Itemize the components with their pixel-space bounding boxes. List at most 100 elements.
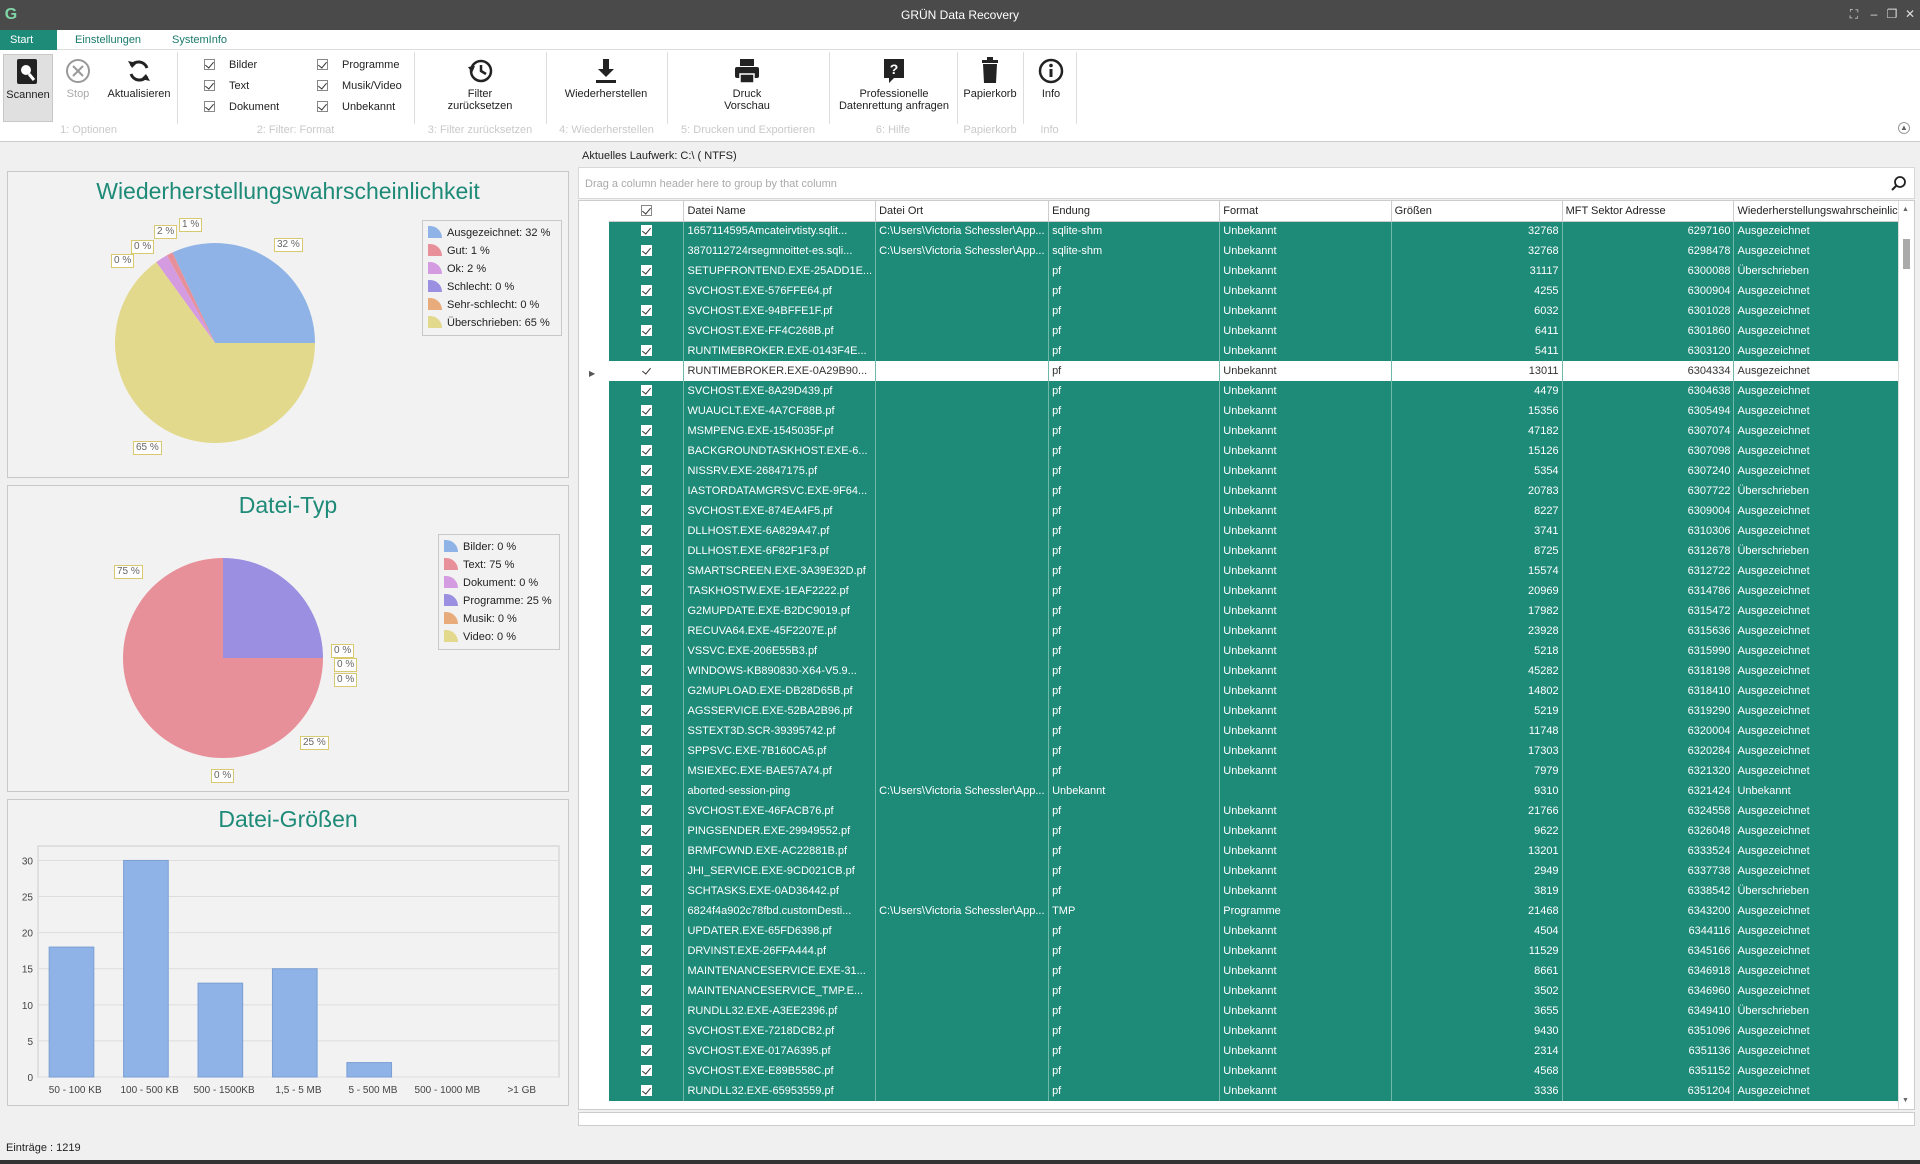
table-row[interactable]: TASKHOSTW.EXE-1EAF2222.pf pf Unbekannt 2096… — [609, 581, 1914, 601]
row-checkbox[interactable] — [609, 721, 685, 741]
row-checkbox[interactable] — [609, 381, 685, 401]
row-checkbox[interactable] — [609, 781, 685, 801]
table-row[interactable]: SPPSVC.EXE-7B160CA5.pf pf Unbekannt 17303 63… — [609, 741, 1914, 761]
tab-systeminfo[interactable]: SystemInfo — [162, 30, 237, 50]
table-row[interactable]: 6824f4a902c78fbd.customDesti... C:\Users\… — [609, 901, 1914, 921]
table-row[interactable]: SSTEXT3D.SCR-39395742.pf pf Unbekannt 11748… — [609, 721, 1914, 741]
table-row[interactable]: BRMFCWND.EXE-AC22881B.pf pf Unbekannt 13201… — [609, 841, 1914, 861]
stop-button[interactable]: Stop — [58, 54, 98, 100]
table-row[interactable]: BACKGROUNDTASKHOST.EXE-6... pf Unbekannt 15… — [609, 441, 1914, 461]
table-row[interactable]: SVCHOST.EXE-7218DCB2.pf pf Unbekannt 9430 63… — [609, 1021, 1914, 1041]
table-row[interactable]: SVCHOST.EXE-8A29D439.pf pf Unbekannt 4479 63… — [609, 381, 1914, 401]
table-row[interactable]: SVCHOST.EXE-FF4C268B.pf pf Unbekannt 6411 63… — [609, 321, 1914, 341]
table-row[interactable]: SVCHOST.EXE-017A6395.pf pf Unbekannt 2314 63… — [609, 1041, 1914, 1061]
column-header-extension[interactable]: Endung — [1048, 201, 1221, 222]
row-checkbox[interactable] — [609, 481, 685, 501]
row-checkbox[interactable] — [609, 561, 685, 581]
collapse-ribbon-icon[interactable]: ▲ — [1898, 122, 1910, 134]
table-row[interactable]: WINDOWS-KB890830-X64-V5.9... pf Unbekannt 4… — [609, 661, 1914, 681]
tab-start[interactable]: Start — [0, 30, 57, 50]
table-row[interactable]: MSIEXEC.EXE-BAE57A74.pf pf Unbekannt 7979 63… — [609, 761, 1914, 781]
table-row[interactable]: MAINTENANCESERVICE.EXE-31... pf Unbekannt 8… — [609, 961, 1914, 981]
filter-dokument-checkbox[interactable]: Dokument — [204, 101, 279, 113]
row-checkbox[interactable] — [609, 1041, 685, 1061]
table-row[interactable]: RUNTIMEBROKER.EXE-0A29B90... pf Unbekannt 1… — [609, 361, 1914, 381]
table-row[interactable]: SETUPFRONTEND.EXE-25ADD1E... pf Unbekannt 3… — [609, 261, 1914, 281]
row-checkbox[interactable] — [609, 1021, 685, 1041]
row-checkbox[interactable] — [609, 361, 685, 381]
trash-button[interactable]: Papierkorb — [962, 54, 1018, 100]
table-row[interactable]: SCHTASKS.EXE-0AD36442.pf pf Unbekannt 3819 6… — [609, 881, 1914, 901]
row-checkbox[interactable] — [609, 681, 685, 701]
table-row[interactable]: RUNTIMEBROKER.EXE-0143F4E... pf Unbekannt 5… — [609, 341, 1914, 361]
table-row[interactable]: VSSVC.EXE-206E55B3.pf pf Unbekannt 5218 6315… — [609, 641, 1914, 661]
filter-bilder-checkbox[interactable]: Bilder — [204, 59, 257, 71]
filter-unbekannt-checkbox[interactable]: Unbekannt — [317, 101, 395, 113]
table-row[interactable]: IASTORDATAMGRSVC.EXE-9F64... pf Unbekannt 2… — [609, 481, 1914, 501]
table-row[interactable]: G2MUPLOAD.EXE-DB28D65B.pf pf Unbekannt 1480… — [609, 681, 1914, 701]
column-header-mft[interactable]: MFT Sektor Adresse — [1562, 201, 1735, 222]
professional-recovery-button[interactable]: ? Professionelle Datenrettung anfragen — [834, 54, 954, 112]
search-icon[interactable] — [1890, 175, 1908, 193]
table-row[interactable]: 3870112724rsegmnoittet-es.sqli... C:\User… — [609, 241, 1914, 261]
row-checkbox[interactable] — [609, 501, 685, 521]
refresh-button[interactable]: Aktualisieren — [104, 54, 174, 100]
table-row[interactable]: DRVINST.EXE-26FFA444.pf pf Unbekannt 11529 6… — [609, 941, 1914, 961]
row-checkbox[interactable] — [609, 261, 685, 281]
column-header-size[interactable]: Größen — [1391, 201, 1563, 222]
row-checkbox[interactable] — [609, 1001, 685, 1021]
row-checkbox[interactable] — [609, 901, 685, 921]
reset-filter-button[interactable]: Filter zurücksetzen — [438, 54, 522, 112]
table-row[interactable]: AGSSERVICE.EXE-52BA2B96.pf pf Unbekannt 521… — [609, 701, 1914, 721]
row-checkbox[interactable] — [609, 521, 685, 541]
row-checkbox[interactable] — [609, 281, 685, 301]
row-checkbox[interactable] — [609, 1081, 685, 1101]
info-button[interactable]: Info — [1030, 54, 1072, 100]
group-by-panel[interactable]: Drag a column header here to group by th… — [578, 167, 1915, 199]
row-checkbox[interactable] — [609, 761, 685, 781]
row-checkbox[interactable] — [609, 881, 685, 901]
row-checkbox[interactable] — [609, 921, 685, 941]
table-row[interactable]: DLLHOST.EXE-6A829A47.pf pf Unbekannt 3741 63… — [609, 521, 1914, 541]
row-checkbox[interactable] — [609, 821, 685, 841]
filter-text-checkbox[interactable]: Text — [204, 80, 249, 92]
row-checkbox[interactable] — [609, 421, 685, 441]
table-row[interactable]: SMARTSCREEN.EXE-3A39E32D.pf pf Unbekannt 15… — [609, 561, 1914, 581]
row-checkbox[interactable] — [609, 641, 685, 661]
table-row[interactable]: JHI_SERVICE.EXE-9CD021CB.pf pf Unbekannt 29… — [609, 861, 1914, 881]
row-checkbox[interactable] — [609, 661, 685, 681]
table-row[interactable]: SVCHOST.EXE-576FFE64.pf pf Unbekannt 4255 63… — [609, 281, 1914, 301]
row-checkbox[interactable] — [609, 981, 685, 1001]
print-preview-button[interactable]: Druck Vorschau — [702, 54, 792, 112]
column-header-name[interactable]: Datei Name — [683, 201, 877, 222]
row-checkbox[interactable] — [609, 621, 685, 641]
select-all-checkbox[interactable] — [609, 201, 685, 222]
restore-button[interactable]: ❐ — [1884, 6, 1900, 22]
row-checkbox[interactable] — [609, 1061, 685, 1081]
table-row[interactable]: WUAUCLT.EXE-4A7CF88B.pf pf Unbekannt 15356 6… — [609, 401, 1914, 421]
row-checkbox[interactable] — [609, 801, 685, 821]
table-row[interactable]: aborted-session-ping C:\Users\Victoria Sc… — [609, 781, 1914, 801]
row-checkbox[interactable] — [609, 941, 685, 961]
table-row[interactable]: NISSRV.EXE-26847175.pf pf Unbekannt 5354 630… — [609, 461, 1914, 481]
scroll-thumb[interactable] — [1903, 239, 1910, 269]
row-checkbox[interactable] — [609, 601, 685, 621]
table-row[interactable]: 1657114595Amcateirvtisty.sqlit... C:\User… — [609, 221, 1914, 241]
table-row[interactable]: MSMPENG.EXE-1545035F.pf pf Unbekannt 47182 6… — [609, 421, 1914, 441]
row-checkbox[interactable] — [609, 301, 685, 321]
filter-musik-video-checkbox[interactable]: Musik/Video — [317, 80, 402, 92]
table-row[interactable]: PINGSENDER.EXE-29949552.pf pf Unbekannt 962… — [609, 821, 1914, 841]
row-checkbox[interactable] — [609, 581, 685, 601]
restore-files-button[interactable]: Wiederherstellen — [560, 54, 652, 100]
scroll-up-icon[interactable]: ▲ — [1902, 206, 1909, 213]
row-checkbox[interactable] — [609, 321, 685, 341]
row-checkbox[interactable] — [609, 861, 685, 881]
scan-button[interactable]: Scannen — [3, 54, 53, 122]
row-checkbox[interactable] — [609, 401, 685, 421]
scroll-down-icon[interactable]: ▼ — [1902, 1097, 1909, 1104]
table-row[interactable]: RUNDLL32.EXE-65953559.pf pf Unbekannt 3336 6… — [609, 1081, 1914, 1101]
table-row[interactable]: SVCHOST.EXE-E89B558C.pf pf Unbekannt 4568 63… — [609, 1061, 1914, 1081]
column-header-location[interactable]: Datei Ort — [875, 201, 1050, 222]
table-row[interactable]: UPDATER.EXE-65FD6398.pf pf Unbekannt 4504 63… — [609, 921, 1914, 941]
table-row[interactable]: RUNDLL32.EXE-A3EE2396.pf pf Unbekannt 3655 6… — [609, 1001, 1914, 1021]
